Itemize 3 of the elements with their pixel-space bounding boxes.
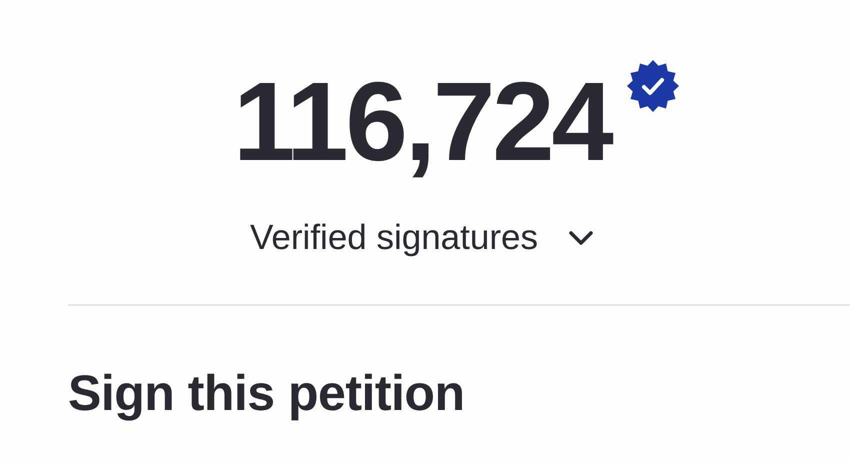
signature-count: 116,724: [233, 66, 611, 178]
signatures-dropdown[interactable]: Verified signatures: [250, 218, 594, 258]
section-heading: Sign this petition: [68, 364, 466, 422]
